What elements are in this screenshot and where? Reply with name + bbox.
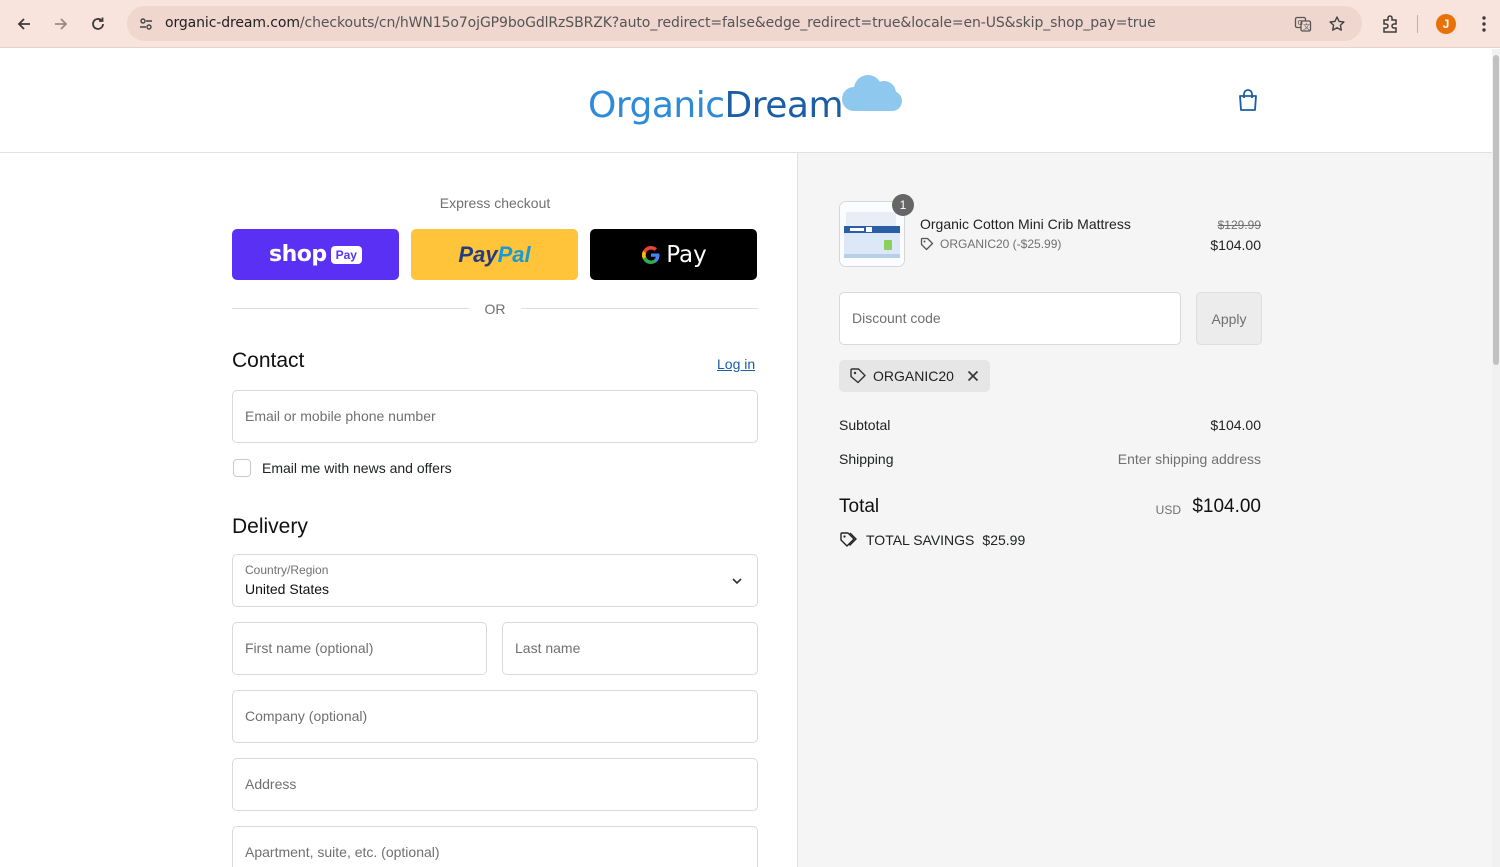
paypal-button[interactable]: Pay Pal [411,229,578,280]
product-thumbnail: 1 [839,194,914,267]
url-text[interactable]: organic-dream.com/checkouts/cn/hWN15o7oj… [165,15,1156,31]
tag-icon [850,368,866,384]
shipping-label: Shipping [839,451,894,467]
apply-discount-button[interactable]: Apply [1196,292,1262,345]
chevron-down-icon [732,578,742,585]
email-placeholder: Email or mobile phone number [245,408,436,424]
address-bar[interactable]: organic-dream.com/checkouts/cn/hWN15o7oj… [127,6,1362,41]
apartment-placeholder: Apartment, suite, etc. (optional) [245,844,440,860]
total-currency: USD [1155,503,1181,517]
logo-text: OrganicDream [588,85,844,126]
back-icon[interactable] [10,10,38,38]
country-label: Country/Region [245,563,329,577]
applied-code-text: ORGANIC20 [873,368,954,384]
savings-value: $25.99 [982,531,1026,548]
company-field[interactable]: Company (optional) [232,690,758,743]
order-summary: 1 Organic Cotton Mini Crib Mattress ORGA… [797,153,1492,867]
browser-toolbar: organic-dream.com/checkouts/cn/hWN15o7oj… [0,0,1500,48]
toolbar-divider [1417,15,1418,33]
svg-text:文: 文 [1303,22,1310,31]
shop-pay-badge: Pay [330,245,362,264]
shopping-bag-icon[interactable] [1236,87,1260,113]
total-value: $104.00 [1192,496,1261,517]
paypal-word-pay: Pay [458,241,498,267]
logo-word-organic: Organic [588,85,725,126]
page-scrollbar[interactable] [1492,49,1500,867]
site-header: OrganicDream [0,49,1492,153]
newsletter-label[interactable]: Email me with news and offers [262,460,452,476]
newsletter-checkbox[interactable] [233,459,251,477]
remove-code-icon[interactable] [966,369,980,383]
url-host: organic-dream.com [165,15,300,31]
or-label: OR [484,301,506,317]
address-placeholder: Address [245,776,297,792]
total-savings: TOTAL SAVINGS $25.99 [839,531,1025,548]
company-placeholder: Company (optional) [245,708,368,724]
bookmark-star-icon[interactable] [1326,13,1348,35]
site-logo[interactable]: OrganicDream [588,71,908,131]
discount-placeholder: Discount code [852,310,941,326]
google-g-icon [642,245,660,264]
menu-kebab-icon[interactable] [1470,10,1498,38]
extensions-icon[interactable] [1376,10,1404,38]
subtotal-value: $104.00 [1210,417,1261,433]
paypal-word-pal: Pal [497,241,531,267]
translate-icon[interactable]: G文 [1292,13,1314,35]
express-checkout-label: Express checkout [439,195,551,211]
shop-pay-word: shop [269,242,327,267]
last-name-placeholder: Last name [515,640,581,656]
product-name: Organic Cotton Mini Crib Mattress [920,216,1131,232]
or-divider: OR [232,299,758,319]
delivery-heading: Delivery [232,515,308,538]
total-label: Total [839,496,880,517]
savings-label: TOTAL SAVINGS [866,531,975,548]
contact-heading: Contact [232,349,305,372]
email-field[interactable]: Email or mobile phone number [232,390,758,443]
google-pay-button[interactable]: Pay [590,229,757,280]
subtotal-label: Subtotal [839,417,891,433]
logo-word-dream: Dream [724,85,844,126]
url-path: /checkouts/cn/hWN15o7ojGP9boGdlRzSBRZK?a… [299,15,1156,31]
cloud-icon [842,75,902,111]
checkout-form: Express checkout shop Pay Pay Pal Pay OR … [0,153,797,867]
item-discount-text: ORGANIC20 (-$25.99) [940,237,1062,251]
forward-icon[interactable] [47,10,75,38]
shipping-value: Enter shipping address [1117,451,1261,467]
profile-avatar[interactable]: J [1436,14,1456,34]
last-name-field[interactable]: Last name [502,622,758,675]
original-price: $129.99 [1217,218,1261,232]
discount-code-input[interactable]: Discount code [839,292,1181,345]
google-pay-word: Pay [666,241,707,268]
item-discount-line: ORGANIC20 (-$25.99) [920,237,1061,251]
first-name-field[interactable]: First name (optional) [232,622,487,675]
tag-icon [920,237,934,251]
country-value: United States [245,581,330,597]
country-select[interactable]: Country/Region United States [232,554,758,607]
site-settings-icon[interactable] [135,13,157,35]
quantity-badge: 1 [892,194,914,216]
savings-tag-icon [840,532,857,547]
address-field[interactable]: Address [232,758,758,811]
reload-icon[interactable] [84,10,112,38]
apartment-field[interactable]: Apartment, suite, etc. (optional) [232,826,758,867]
applied-code-chip: ORGANIC20 [839,360,990,392]
first-name-placeholder: First name (optional) [245,640,374,656]
discounted-price: $104.00 [1210,237,1261,253]
shop-pay-button[interactable]: shop Pay [232,229,399,280]
login-link[interactable]: Log in [717,356,755,372]
scrollbar-thumb[interactable] [1493,55,1499,365]
